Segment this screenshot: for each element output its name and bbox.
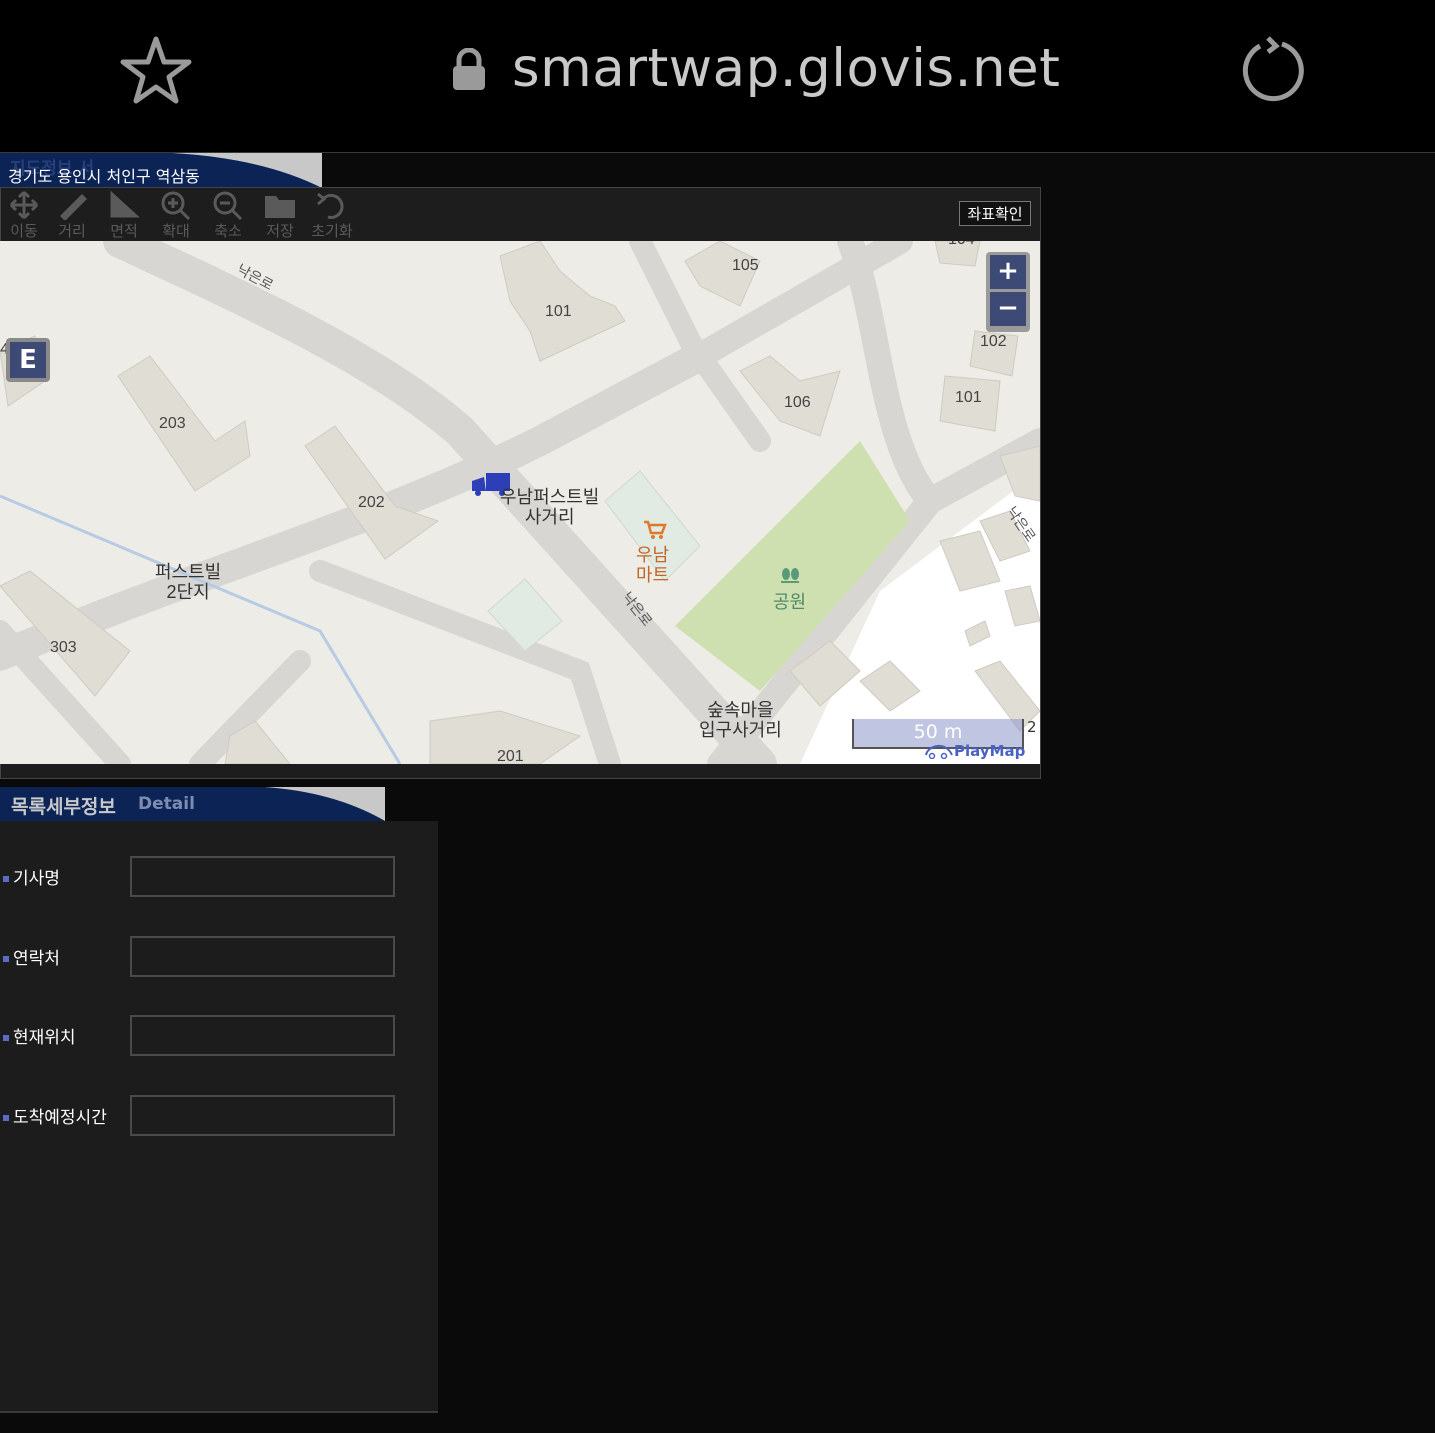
current-location-label: 현재위치 [13,1028,76,1048]
reload-icon[interactable] [1238,34,1310,106]
marker-label: E [10,342,46,378]
folder-icon [265,196,295,218]
bullet-icon [3,876,9,882]
detail-title: 목록세부정보 [11,796,116,818]
lock-icon [450,47,488,92]
building-number: 202 [358,494,385,511]
map-address: 경기도 용인시 처인구 역삼동 [8,167,200,186]
building-number: 203 [159,415,186,432]
zoom-in-icon [161,191,191,220]
bullet-icon [3,956,9,962]
star-icon[interactable] [118,34,194,106]
building-number: 104 [948,241,975,249]
car-icon [925,745,953,760]
poi-mart-label: 우남 마트 [636,545,670,585]
building-number: 106 [784,394,811,411]
eta-label: 도착예정시간 [13,1108,107,1128]
toolbar-label: 확대 [162,222,190,240]
toolbar-label: 거리 [58,222,86,240]
contact-label: 연락처 [13,949,60,969]
toolbar-label: 이동 [10,222,38,240]
map-canvas[interactable]: 105 101 102 101 106 203 202 303 201 103 … [0,241,1040,764]
zoom-out-icon [213,191,243,220]
zoom-in-button[interactable]: + [990,255,1026,289]
toolbar-move[interactable]: 이동 [0,190,48,240]
url-text[interactable]: smartwap.glovis.net [512,38,1060,99]
building-number: 102 [980,333,1007,350]
building-number: 2 [1027,718,1037,736]
building-number: 101 [955,389,982,406]
building-number: 105 [732,257,759,274]
current-location-field[interactable] [130,1015,395,1056]
bullet-icon [3,1115,9,1121]
toolbar-label: 면적 [110,222,138,240]
toolbar-zoom-in[interactable]: 확대 [152,190,200,240]
poi-complex-label: 퍼스트빌 2단지 [155,562,222,602]
toolbar-label: 초기화 [311,222,353,240]
contact-field[interactable] [130,936,395,977]
map-marker-e[interactable]: E [6,338,50,382]
coordinate-check-button[interactable]: 좌표확인 [959,201,1031,226]
toolbar-reset[interactable]: 초기화 [308,190,356,240]
toolbar-label: 축소 [214,222,242,240]
building-number: 101 [545,303,572,320]
building-number: 201 [497,748,524,764]
map-zoom-control: + − [986,252,1030,332]
move-icon [9,190,39,220]
poi-park-label: 공원 [773,592,807,612]
driver-name-field[interactable] [130,856,395,897]
toolbar-distance[interactable]: 거리 [48,190,96,240]
zoom-out-button[interactable]: − [990,292,1026,326]
detail-subtitle: Detail [138,794,195,814]
poi-intersection-label: 우남퍼스트빌 사거리 [500,487,600,527]
bullet-icon [3,1035,9,1041]
toolbar-save[interactable]: 저장 [256,190,304,240]
toolbar-label: 저장 [266,222,294,240]
scale-text: 50 m [913,721,963,743]
playmap-logo: PlayMap [924,741,1025,760]
building-number: 303 [50,639,77,656]
driver-name-label: 기사명 [13,869,60,889]
toolbar-zoom-out[interactable]: 축소 [204,190,252,240]
ruler-icon [60,194,87,220]
eta-field[interactable] [130,1095,395,1136]
browser-address-bar: smartwap.glovis.net [0,0,1435,153]
area-icon [110,190,140,218]
reset-icon [317,192,344,219]
toolbar-area[interactable]: 면적 [100,190,148,240]
poi-forest-entrance-label: 숲속마을 입구사거리 [699,700,782,740]
